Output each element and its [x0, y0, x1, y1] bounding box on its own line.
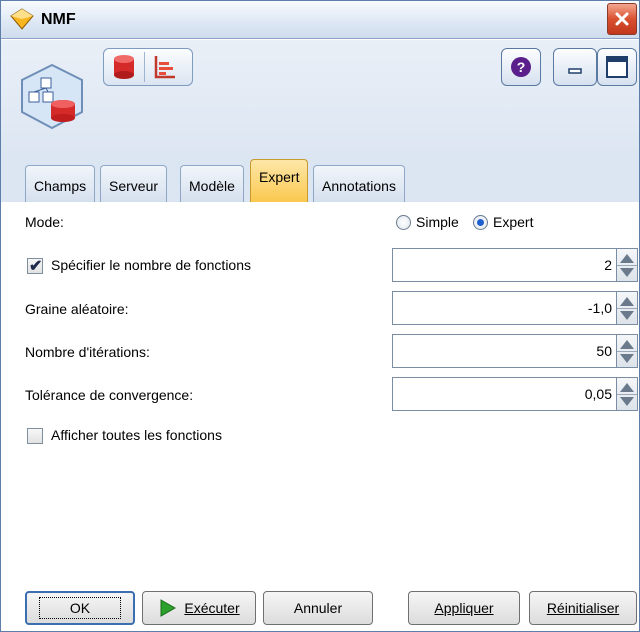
- toolbar-group: [103, 48, 193, 86]
- num-features-stepper[interactable]: [616, 248, 638, 282]
- help-button[interactable]: ?: [501, 48, 541, 86]
- show-all-checkbox[interactable]: [27, 428, 43, 444]
- tolerance-input[interactable]: 0,05: [392, 377, 616, 411]
- spin-up-icon[interactable]: [620, 254, 634, 263]
- maximize-icon: [606, 56, 628, 78]
- tab-annotations[interactable]: Annotations: [313, 165, 405, 202]
- tab-serveur[interactable]: Serveur: [100, 165, 168, 202]
- ok-button-label: OK: [38, 597, 122, 619]
- seed-label: Graine aléatoire:: [25, 301, 129, 317]
- mode-simple-radio[interactable]: [396, 215, 411, 230]
- spin-divider: [617, 308, 637, 309]
- mode-expert-label[interactable]: Expert: [493, 214, 533, 230]
- seed-stepper[interactable]: [616, 291, 638, 325]
- svg-text:?: ?: [517, 59, 526, 75]
- num-features-input[interactable]: 2: [392, 248, 616, 282]
- window-title: NMF: [41, 11, 76, 28]
- spin-down-icon[interactable]: [620, 268, 634, 277]
- apply-button-label: Appliquer: [434, 600, 494, 616]
- nmf-dialog: NMF ? Champs Serveur Modèle Expert Annot…: [0, 0, 640, 632]
- iterations-label: Nombre d'itérations:: [25, 344, 150, 360]
- spin-up-icon[interactable]: [620, 297, 634, 306]
- spin-down-icon[interactable]: [620, 311, 634, 320]
- spin-up-icon[interactable]: [620, 383, 634, 392]
- toolbar-area: ?: [1, 40, 639, 158]
- spin-up-icon[interactable]: [620, 340, 634, 349]
- tab-bar: Champs Serveur Modèle Expert Annotations: [1, 158, 639, 202]
- tab-modele[interactable]: Modèle: [180, 165, 244, 202]
- checkmark-icon: ✔: [29, 258, 43, 275]
- iterations-input[interactable]: 50: [392, 334, 616, 368]
- spin-down-icon[interactable]: [620, 354, 634, 363]
- tab-champs[interactable]: Champs: [25, 165, 96, 202]
- maximize-button[interactable]: [597, 48, 637, 86]
- spin-divider: [617, 265, 637, 266]
- seed-input[interactable]: -1,0: [392, 291, 616, 325]
- mode-label: Mode:: [25, 214, 64, 230]
- ok-button[interactable]: OK: [25, 591, 135, 625]
- execute-button-label: Exécuter: [184, 600, 240, 616]
- spin-divider: [617, 394, 637, 395]
- expert-panel: Mode: Simple Expert ✔ Spécifier le nombr…: [1, 202, 639, 631]
- play-icon: [160, 599, 177, 617]
- nmf-node-icon: [10, 8, 34, 30]
- chart-icon[interactable]: [153, 54, 177, 80]
- nmf-node-icon: [21, 63, 83, 130]
- toolbar-separator: [144, 52, 145, 82]
- tolerance-stepper[interactable]: [616, 377, 638, 411]
- minimize-button[interactable]: [553, 48, 597, 86]
- mode-simple-label[interactable]: Simple: [416, 214, 459, 230]
- reset-button[interactable]: Réinitialiser: [529, 591, 637, 625]
- spin-divider: [617, 351, 637, 352]
- help-icon: ?: [511, 57, 531, 77]
- database-icon[interactable]: [112, 54, 136, 80]
- reset-button-label: Réinitialiser: [546, 600, 620, 616]
- close-button[interactable]: [607, 3, 637, 35]
- show-all-label[interactable]: Afficher toutes les fonctions: [51, 427, 222, 443]
- mode-expert-radio[interactable]: [473, 215, 488, 230]
- execute-button[interactable]: Exécuter: [142, 591, 256, 625]
- cancel-button-label: Annuler: [293, 600, 343, 616]
- tolerance-label: Tolérance de convergence:: [25, 387, 194, 403]
- apply-button[interactable]: Appliquer: [408, 591, 520, 625]
- close-icon: [615, 12, 629, 26]
- cancel-button[interactable]: Annuler: [263, 591, 373, 625]
- title-bar[interactable]: NMF: [1, 1, 639, 39]
- spin-down-icon[interactable]: [620, 397, 634, 406]
- minimize-icon: [568, 68, 582, 74]
- iterations-stepper[interactable]: [616, 334, 638, 368]
- num-features-label[interactable]: Spécifier le nombre de fonctions: [51, 257, 251, 273]
- num-features-checkbox[interactable]: ✔: [27, 258, 43, 275]
- tab-expert[interactable]: Expert: [250, 159, 309, 202]
